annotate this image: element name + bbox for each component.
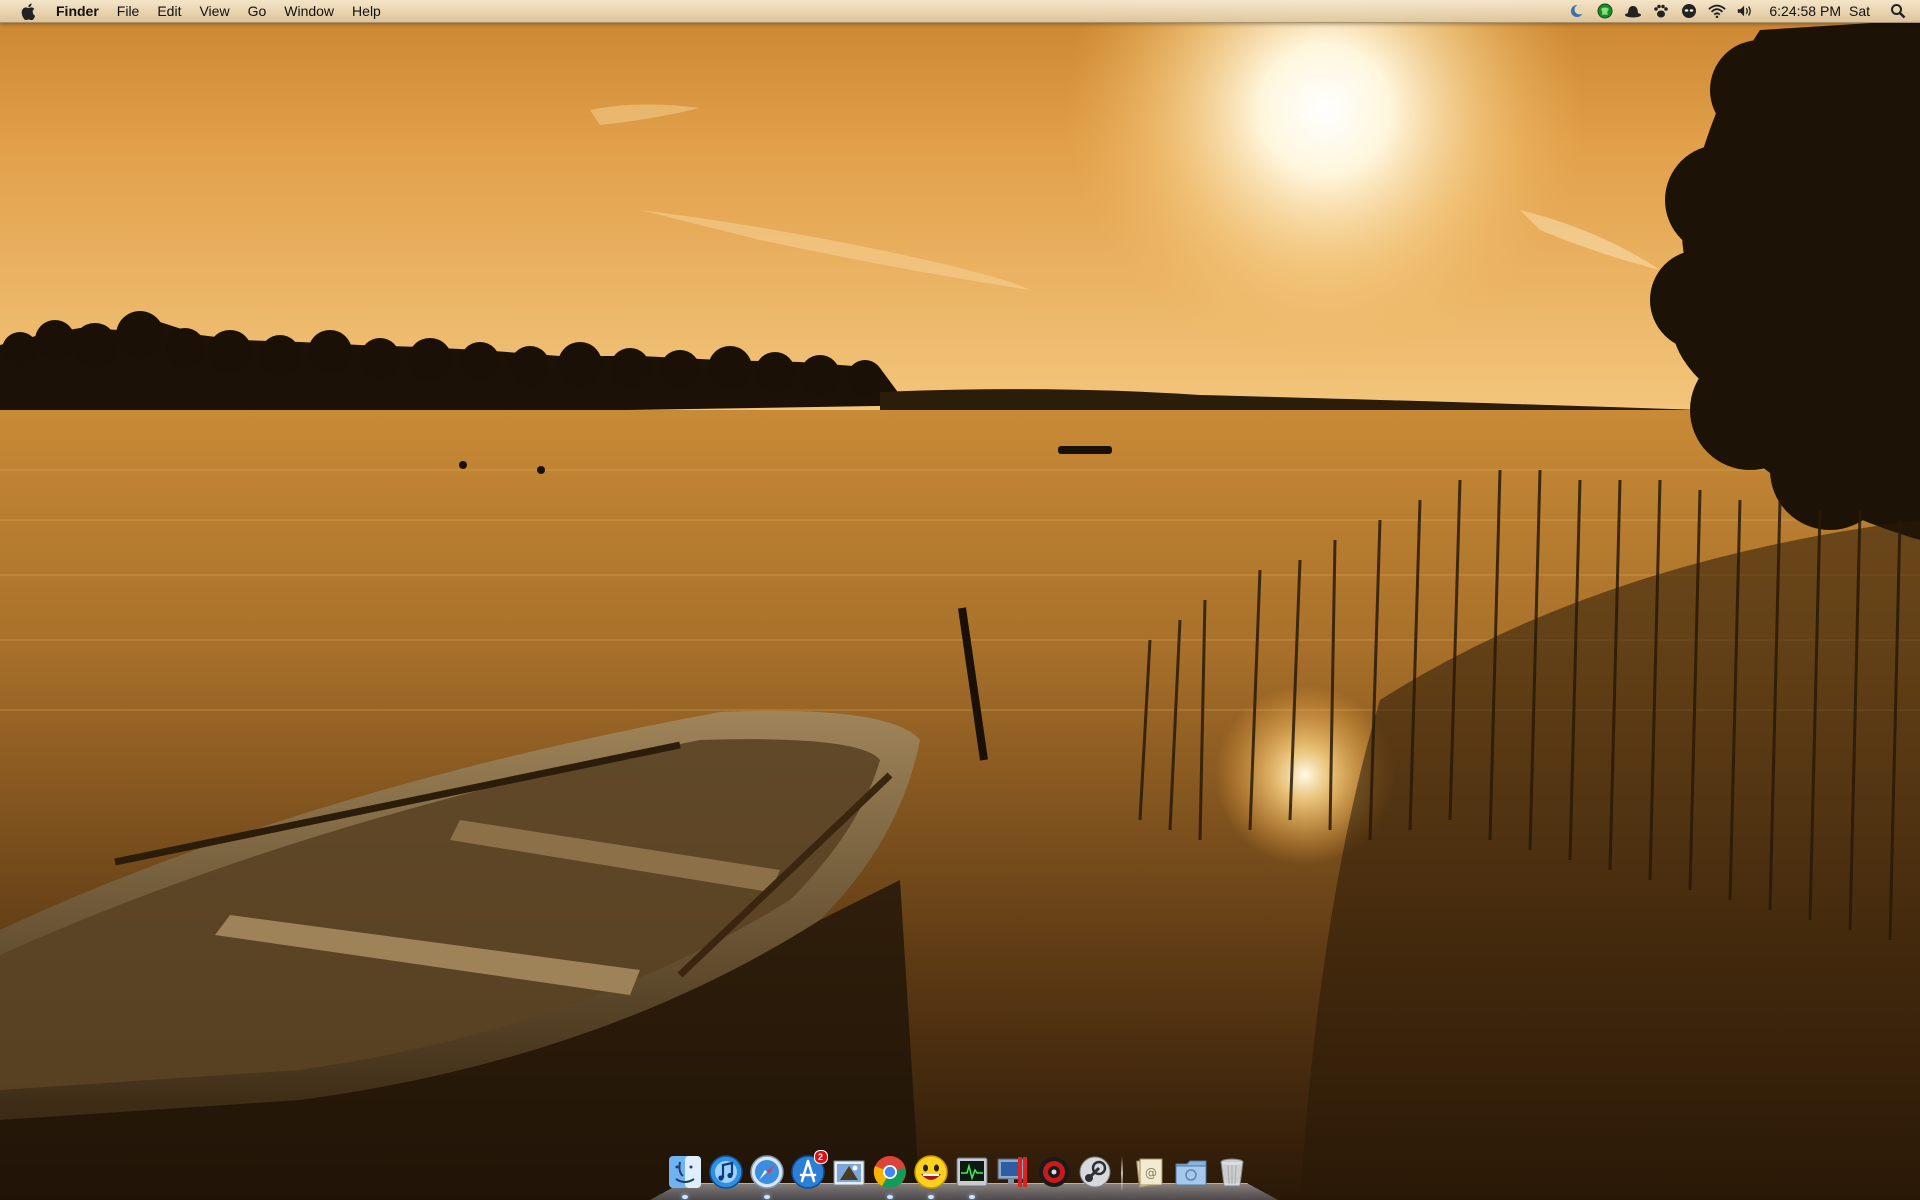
menu-go[interactable]: Go (239, 0, 276, 22)
alien-face-icon[interactable] (1680, 2, 1698, 20)
menu-file[interactable]: File (108, 0, 149, 22)
svg-text:@: @ (1145, 1166, 1157, 1180)
finder-icon[interactable] (667, 1154, 703, 1199)
steam-icon[interactable] (1077, 1154, 1113, 1190)
hat-icon[interactable] (1624, 2, 1642, 20)
app-store-badge: 2 (813, 1150, 828, 1164)
apple-logo-icon[interactable] (18, 1, 38, 21)
running-indicator (927, 1195, 934, 1199)
mail-icon[interactable] (831, 1154, 867, 1190)
menu-bar-left: Finder File Edit View Go Window Help (0, 0, 390, 22)
menu-window[interactable]: Window (275, 0, 343, 22)
menu-view[interactable]: View (190, 0, 238, 22)
running-indicator (968, 1195, 975, 1199)
menu-bar-day[interactable]: Sat (1849, 3, 1870, 19)
safari-icon[interactable] (749, 1154, 785, 1199)
volume-icon[interactable] (1736, 2, 1754, 20)
yahoo-messenger-icon[interactable] (913, 1154, 949, 1199)
running-indicator (763, 1195, 770, 1199)
desktop[interactable]: Finder File Edit View Go Window Help 6:2… (0, 0, 1920, 1200)
magnifier-icon[interactable] (1889, 2, 1907, 20)
activity-monitor-icon[interactable] (954, 1154, 990, 1199)
app-store-icon[interactable]: 2 (790, 1150, 828, 1190)
wifi-icon[interactable] (1708, 2, 1727, 20)
running-indicator (886, 1195, 893, 1199)
dock: 2 @ (650, 1138, 1278, 1200)
system-preferences-icon[interactable] (995, 1154, 1031, 1190)
downloads-stack-icon[interactable]: @ (1132, 1154, 1168, 1190)
dock-icons: 2 @ (664, 1146, 1252, 1199)
trash-icon[interactable] (1214, 1154, 1250, 1190)
dock-separator (1121, 1156, 1123, 1190)
documents-folder-icon[interactable] (1173, 1154, 1209, 1190)
running-indicator (681, 1195, 688, 1199)
green-globe-icon[interactable] (1596, 2, 1614, 20)
moon-icon[interactable] (1568, 2, 1586, 20)
menu-help[interactable]: Help (343, 0, 390, 22)
menu-bar: Finder File Edit View Go Window Help 6:2… (0, 0, 1920, 23)
menu-bar-clock[interactable]: 6:24:58 PM (1769, 3, 1841, 19)
menu-edit[interactable]: Edit (148, 0, 190, 22)
menu-bar-status-area: 6:24:58 PM Sat (1563, 0, 1912, 22)
chrome-icon[interactable] (872, 1154, 908, 1199)
menu-app-finder[interactable]: Finder (52, 0, 108, 22)
paw-icon[interactable] (1652, 2, 1670, 20)
bittorrent-icon[interactable] (1036, 1154, 1072, 1190)
itunes-icon[interactable] (708, 1154, 744, 1190)
desktop-wallpaper (0, 0, 1920, 1200)
